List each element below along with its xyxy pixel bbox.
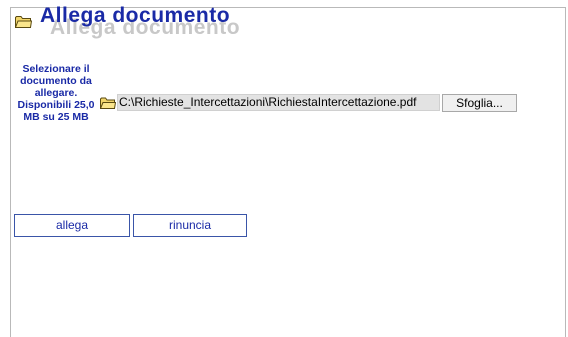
attach-button[interactable]: allega xyxy=(14,214,130,237)
folder-icon xyxy=(15,16,32,28)
dialog-frame xyxy=(10,7,566,337)
upload-instructions: Selezionare il documento da allegare. Di… xyxy=(17,63,95,123)
folder-icon xyxy=(100,97,116,109)
page-title: Allega documento xyxy=(40,4,231,27)
cancel-button[interactable]: rinuncia xyxy=(133,214,247,237)
browse-button[interactable]: Sfoglia... xyxy=(442,94,517,112)
page-title-group: Allega documento Allega documento xyxy=(40,4,360,39)
file-path-input[interactable]: C:\Richieste_Intercettazioni\RichiestaIn… xyxy=(117,94,440,111)
